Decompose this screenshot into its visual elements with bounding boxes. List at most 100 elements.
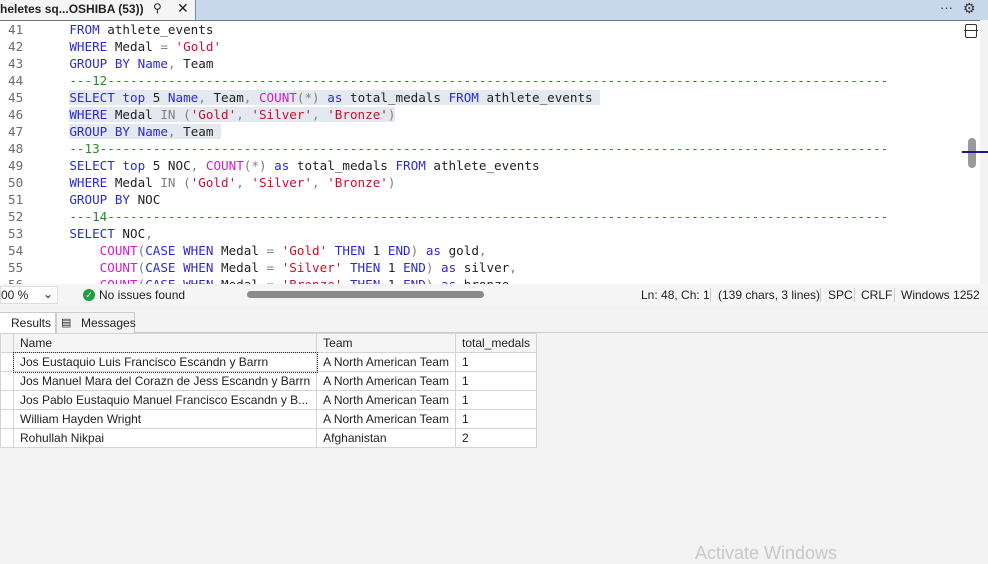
token-op: , (509, 260, 517, 275)
code-line[interactable]: 49 SELECT top 5 NOC, COUNT(*) as total_m… (0, 157, 960, 174)
code-text: WHERE Medal IN ('Gold', 'Silver', 'Bronz… (39, 106, 396, 123)
indent-mode[interactable]: SPC (828, 288, 853, 302)
horizontal-scrollbar[interactable] (247, 291, 484, 298)
token-op: IN ( (160, 107, 191, 122)
more-options-icon[interactable]: ··· (940, 0, 953, 15)
column-header[interactable]: Name (12, 333, 318, 353)
line-number: 41 (8, 22, 24, 37)
table-cell[interactable]: 1 (454, 371, 538, 391)
token-id (39, 90, 69, 105)
table-cell[interactable]: 1 (454, 352, 538, 372)
code-line[interactable]: 44 ---12--------------------------------… (0, 72, 960, 89)
column-header[interactable]: Team (316, 333, 456, 353)
results-grid[interactable]: Name Team total_medals Jos Eustaquio Lui… (0, 333, 538, 448)
row-header[interactable] (0, 352, 14, 372)
code-line[interactable]: 55 COUNT(CASE WHEN Medal = 'Silver' THEN… (0, 259, 960, 276)
activate-windows-watermark: Activate Windows (695, 543, 838, 563)
code-line[interactable]: 50 WHERE Medal IN ('Gold', 'Silver', 'Br… (0, 174, 960, 191)
tab-messages[interactable]: ▤ Messages (56, 312, 136, 333)
line-number: 54 (8, 243, 24, 258)
code-line[interactable]: 56 COUNT(CASE WHEN Medal = 'Bronze' THEN… (0, 276, 960, 284)
code-line[interactable]: 51 GROUP BY NOC (0, 191, 960, 208)
table-cell[interactable]: Rohullah Nikpai (12, 428, 318, 448)
column-header[interactable]: total_medals (454, 333, 538, 353)
code-line[interactable]: 53 SELECT NOC, (0, 225, 960, 242)
token-op: , (236, 175, 252, 190)
table-row[interactable]: Rohullah Nikpai Afghanistan 2 (0, 428, 538, 448)
table-row[interactable]: Jos Manuel Mara del Corazn de Jess Escan… (0, 371, 538, 391)
table-cell[interactable]: 2 (454, 428, 538, 448)
encoding[interactable]: Windows 1252 (901, 288, 980, 302)
line-number: 52 (8, 209, 24, 224)
table-cell[interactable]: 1 (454, 409, 538, 429)
row-header[interactable] (0, 371, 14, 391)
table-cell[interactable]: Jos Eustaquio Luis Francisco Escandn y B… (12, 351, 318, 373)
token-kw: FROM (69, 22, 100, 37)
document-tab[interactable]: heletes sq...OSHIBA (53)) ⚲ ✕ (0, 0, 196, 20)
table-cell[interactable]: A North American Team (316, 371, 456, 391)
settings-icon[interactable]: ⚙ (963, 0, 976, 17)
table-cell[interactable]: A North American Team (316, 409, 456, 429)
line-number: 46 (8, 107, 24, 122)
token-op: = (267, 277, 275, 284)
token-id (39, 124, 69, 139)
code-line[interactable]: 43 GROUP BY Name, Team (0, 55, 960, 72)
code-text: FROM athlete_events (39, 21, 213, 38)
line-ending[interactable]: CRLF (861, 288, 892, 302)
table-cell[interactable]: 1 (454, 390, 538, 410)
table-row[interactable]: Jos Pablo Eustaquio Manuel Francisco Esc… (0, 390, 538, 410)
code-line[interactable]: 46 WHERE Medal IN ('Gold', 'Silver', 'Br… (0, 106, 960, 123)
code-line[interactable]: 47 GROUP BY Name, Team (0, 123, 960, 140)
table-row[interactable]: Jos Eustaquio Luis Francisco Escandn y B… (0, 351, 538, 373)
token-str: 'Gold' (281, 243, 328, 258)
pin-icon[interactable]: ⚲ (153, 1, 162, 15)
token-id: athlete_events (99, 22, 214, 37)
row-header[interactable] (0, 409, 14, 429)
split-editor-icon[interactable] (964, 24, 978, 38)
token-kw: SELECT top (69, 90, 146, 105)
zoom-value: 00 % (1, 288, 29, 302)
vertical-scrollbar[interactable] (968, 138, 976, 168)
token-id: 5 NOC (145, 158, 191, 173)
row-header-corner[interactable] (0, 333, 14, 353)
close-icon[interactable]: ✕ (177, 0, 189, 17)
table-cell[interactable]: A North American Team (316, 352, 456, 372)
token-id (130, 124, 138, 139)
code-line[interactable]: 42 WHERE Medal = 'Gold' (0, 38, 960, 55)
token-fn: COUNT (258, 90, 297, 105)
line-number: 53 (8, 226, 24, 241)
row-header[interactable] (0, 390, 14, 410)
token-id (39, 56, 69, 71)
check-circle-icon: ✓ (83, 289, 95, 301)
code-text: GROUP BY Name, Team (39, 55, 213, 72)
token-id (342, 260, 350, 275)
line-number: 48 (8, 141, 24, 156)
table-cell[interactable]: Jos Manuel Mara del Corazn de Jess Escan… (12, 371, 318, 391)
table-cell[interactable]: William Hayden Wright (12, 409, 318, 429)
code-line[interactable]: 45 SELECT top 5 Name, Team, COUNT(*) as … (0, 89, 960, 106)
token-op: , (167, 124, 176, 139)
code-line[interactable]: 54 COUNT(CASE WHEN Medal = 'Gold' THEN 1… (0, 242, 960, 259)
token-id (39, 107, 69, 122)
token-id (39, 226, 69, 241)
token-kw: Name (137, 124, 168, 139)
code-line[interactable]: 48 --13---------------------------------… (0, 140, 960, 157)
code-line[interactable]: 52 ---14--------------------------------… (0, 208, 960, 225)
code-text: COUNT(CASE WHEN Medal = 'Silver' THEN 1 … (39, 259, 517, 276)
token-id: athlete_events (425, 158, 540, 173)
code-line[interactable]: 41 FROM athlete_events (0, 21, 960, 38)
token-kw: GROUP BY (69, 124, 131, 139)
zoom-dropdown[interactable]: 00 % ⌄ (0, 286, 58, 304)
table-row[interactable]: William Hayden Wright A North American Te… (0, 409, 538, 429)
token-cm: ---14-----------------------------------… (69, 209, 889, 224)
table-cell[interactable]: Afghanistan (316, 428, 456, 448)
table-cell[interactable]: A North American Team (316, 390, 456, 410)
row-header[interactable] (0, 428, 14, 448)
issues-status[interactable]: No issues found (99, 288, 185, 302)
table-cell[interactable]: Jos Pablo Eustaquio Manuel Francisco Esc… (12, 390, 318, 410)
token-fn: COUNT (99, 243, 138, 258)
sql-editor[interactable]: 41 FROM athlete_events 42 WHERE Medal = '… (0, 20, 980, 284)
tab-results[interactable]: Results (0, 312, 56, 333)
code-text: SELECT top 5 NOC, COUNT(*) as total_meda… (39, 157, 540, 174)
token-kw: as (441, 260, 457, 275)
